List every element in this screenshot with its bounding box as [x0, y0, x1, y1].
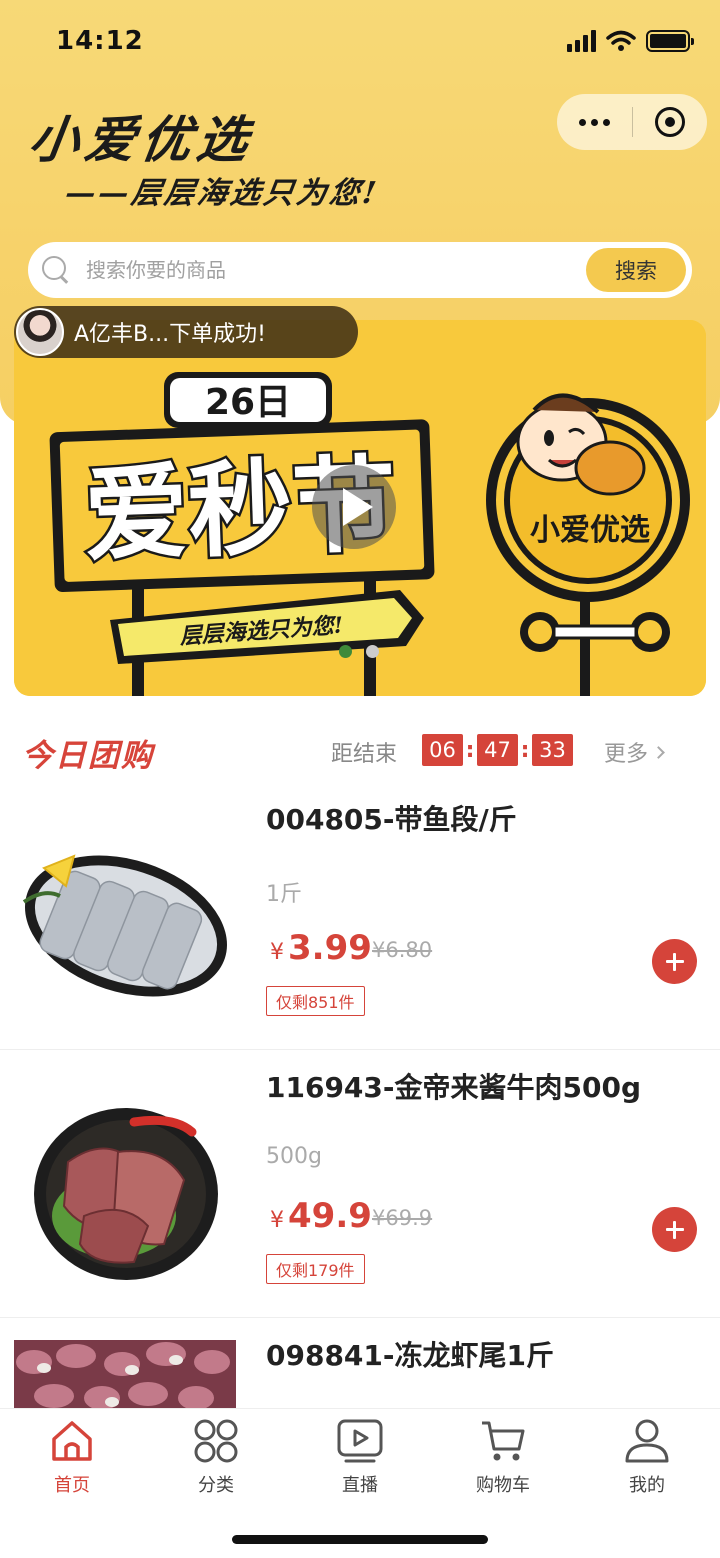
hairtail-fish-image — [22, 854, 227, 997]
tab-label: 直播 — [342, 1475, 378, 1496]
banner-mascot-label: 小爱优选 — [530, 513, 650, 548]
category-icon — [194, 1419, 238, 1463]
countdown-timer: 06 : 47 : 33 — [422, 734, 573, 766]
stock-badge: 仅剩179件 — [266, 1254, 365, 1284]
tab-label: 首页 — [54, 1475, 90, 1496]
countdown-hours: 06 — [422, 734, 463, 766]
avatar — [16, 308, 64, 356]
product-name[interactable]: 116943-金帝来酱牛肉500g — [266, 1066, 641, 1106]
banner-date-badge: 26日 — [205, 382, 291, 423]
cellular-signal-icon — [567, 30, 596, 52]
search-icon — [42, 256, 70, 284]
tab-label: 我的 — [629, 1475, 665, 1496]
stock-badge: 仅剩851件 — [266, 986, 365, 1016]
price-value: 49.9 — [288, 1196, 372, 1236]
carousel-dots — [339, 645, 379, 658]
search-button[interactable]: 搜索 — [586, 248, 686, 292]
price-value: 3.99 — [288, 928, 372, 968]
status-icons — [567, 30, 694, 52]
close-mini-program-icon[interactable] — [633, 94, 707, 150]
home-icon — [52, 1421, 92, 1461]
tab-profile[interactable]: 我的 — [597, 1417, 697, 1497]
countdown-seconds: 33 — [532, 734, 573, 766]
countdown-minutes: 47 — [477, 734, 518, 766]
countdown-label: 距结束 — [331, 742, 398, 767]
status-bar: 14:12 — [0, 0, 720, 88]
currency-symbol: ¥ — [270, 940, 284, 965]
order-success-toast: A亿丰B...下单成功! — [14, 306, 358, 358]
battery-icon — [646, 30, 694, 52]
tab-label: 分类 — [198, 1475, 234, 1496]
toast-text: A亿丰B...下单成功! — [74, 322, 266, 347]
product-name[interactable]: 098841-冻龙虾尾1斤 — [266, 1334, 554, 1374]
tab-live[interactable]: 直播 — [310, 1417, 410, 1497]
original-price: ¥69.9 — [372, 1206, 433, 1230]
more-options-icon[interactable] — [557, 94, 632, 150]
countdown-separator: : — [520, 737, 530, 763]
status-time: 14:12 — [56, 26, 144, 56]
home-indicator — [232, 1535, 488, 1544]
product-card[interactable]: 116943-金帝来酱牛肉500g 500g ¥ 49.9 ¥69.9 仅剩17… — [0, 1050, 720, 1318]
add-to-cart-button[interactable] — [652, 1207, 697, 1252]
tab-cart[interactable]: 购物车 — [453, 1417, 553, 1497]
tab-label: 购物车 — [476, 1475, 530, 1496]
carousel-dot[interactable] — [366, 645, 379, 658]
tab-home[interactable]: 首页 — [22, 1417, 122, 1497]
product-spec: 500g — [266, 1144, 322, 1169]
product-card[interactable]: 004805-带鱼段/斤 1斤 ¥ 3.99 ¥6.80 仅剩851件 — [0, 782, 720, 1050]
crayfish-tail-image — [14, 1340, 236, 1410]
braised-beef-image — [34, 1108, 218, 1280]
original-price: ¥6.80 — [372, 938, 433, 962]
more-label: 更多 — [604, 742, 649, 767]
wifi-icon — [606, 30, 636, 51]
countdown-separator: : — [465, 737, 475, 763]
mini-program-capsule — [557, 94, 707, 150]
product-price: ¥ 3.99 — [270, 928, 372, 968]
chevron-right-icon — [652, 745, 665, 759]
product-price: ¥ 49.9 — [270, 1196, 372, 1236]
carousel-dot-active[interactable] — [339, 645, 352, 658]
video-play-button[interactable] — [312, 465, 396, 549]
tab-category[interactable]: 分类 — [166, 1417, 266, 1497]
more-link[interactable]: 更多 — [604, 736, 665, 768]
group-buy-header: 今日团购 距结束 06 : 47 : 33 更多 — [0, 718, 720, 782]
cart-icon — [482, 1421, 525, 1461]
group-buy-title: 今日团购 — [22, 738, 154, 774]
product-name[interactable]: 004805-带鱼段/斤 — [266, 798, 517, 838]
brand-logo-title: 小爱优选 — [25, 110, 258, 169]
product-spec: 1斤 — [266, 882, 302, 907]
user-icon — [625, 1419, 669, 1463]
currency-symbol: ¥ — [270, 1208, 284, 1233]
live-play-icon — [337, 1419, 383, 1463]
brand-slogan: ——层层海选只为您! — [63, 176, 382, 211]
add-to-cart-button[interactable] — [652, 939, 697, 984]
search-bar[interactable]: 搜索 — [28, 242, 692, 298]
